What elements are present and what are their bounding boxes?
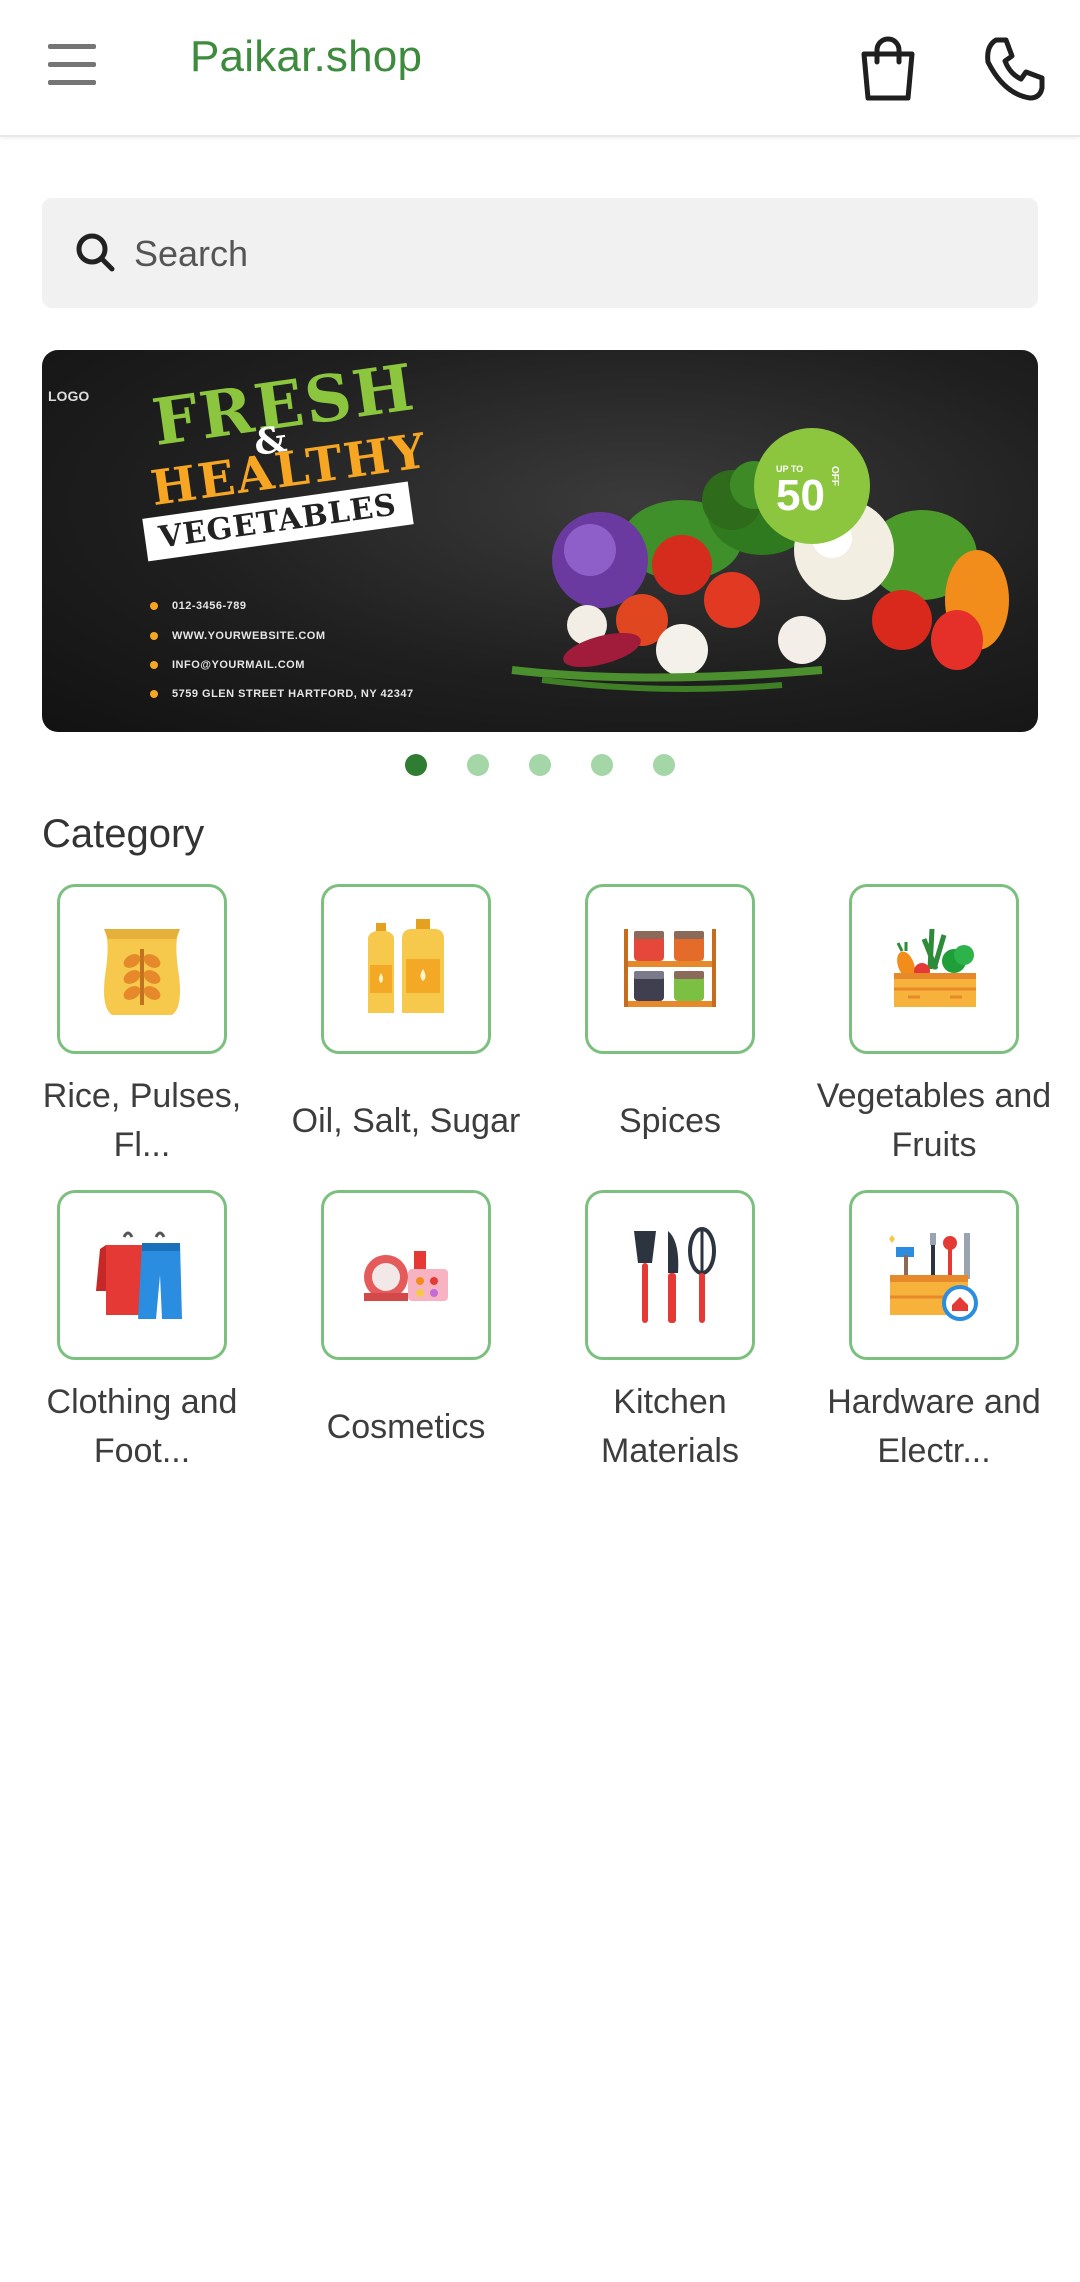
banner-logo: LOGO — [48, 388, 90, 404]
category-icon-box — [57, 884, 227, 1054]
cosmetics-icon — [364, 1251, 448, 1301]
carousel-dot-2[interactable] — [467, 754, 489, 776]
clothing-icon — [96, 1231, 182, 1319]
rice-sack-icon — [104, 929, 180, 1015]
search-icon — [76, 233, 115, 272]
banner-email: INFO@YOURMAIL.COM — [150, 659, 305, 671]
shopping-bag-icon[interactable] — [848, 28, 928, 108]
category-icon-box — [321, 884, 491, 1054]
carousel-dot-5[interactable] — [653, 754, 675, 776]
category-clothing-footwear[interactable]: Clothing and Foot... — [10, 1190, 274, 1476]
category-spices[interactable]: Spices — [538, 884, 802, 1170]
banner-website: WWW.YOURWEBSITE.COM — [150, 630, 326, 642]
carousel-indicator — [0, 754, 1080, 778]
category-label: Rice, Pulses, Fl... — [42, 1077, 242, 1164]
search-bar[interactable] — [42, 198, 1038, 310]
category-heading: Category — [42, 812, 205, 856]
app-bar: Paikar.shop — [0, 0, 1080, 137]
category-icon-box — [849, 1190, 1019, 1360]
category-label: Vegetables and Fruits — [816, 1077, 1052, 1164]
category-hardware-electronics[interactable]: Hardware and Electr... — [802, 1190, 1066, 1476]
category-vegetables-fruits[interactable]: Vegetables and Fruits — [802, 884, 1066, 1170]
carousel-dot-1[interactable] — [405, 754, 427, 776]
kitchen-utensils-icon — [634, 1227, 716, 1323]
phone-icon[interactable] — [974, 28, 1054, 108]
banner-address: 5759 GLEN STREET HARTFORD, NY 42347 — [150, 688, 414, 700]
promo-banner[interactable]: LOGO FRESH & HEALTHY VEGETABLES 012-3456… — [42, 350, 1038, 732]
category-label: Hardware and Electr... — [827, 1383, 1041, 1470]
category-kitchen-materials[interactable]: Kitchen Materials — [538, 1190, 802, 1476]
carousel-dot-4[interactable] — [591, 754, 613, 776]
category-icon-box — [57, 1190, 227, 1360]
brand-title[interactable]: Paikar.shop — [190, 32, 422, 82]
category-label: Cosmetics — [326, 1407, 486, 1446]
hamburger-menu-icon[interactable] — [36, 36, 108, 100]
vegetable-crate-icon — [894, 928, 976, 1007]
category-icon-box — [849, 884, 1019, 1054]
oil-bottles-icon — [368, 919, 444, 1013]
toolbox-icon — [889, 1233, 978, 1321]
category-icon-box — [585, 884, 755, 1054]
spice-jars-icon — [624, 929, 716, 1007]
category-label: Kitchen Materials — [601, 1383, 739, 1470]
category-label: Spices — [618, 1101, 722, 1140]
banner-phone: 012-3456-789 — [150, 600, 247, 612]
category-label: Clothing and Foot... — [46, 1383, 238, 1470]
carousel-dot-3[interactable] — [529, 754, 551, 776]
category-oil-salt-sugar[interactable]: Oil, Salt, Sugar — [274, 884, 538, 1170]
category-icon-box — [321, 1190, 491, 1360]
discount-badge: UP TO 50 OFF — [754, 428, 870, 544]
search-input[interactable] — [132, 198, 1016, 310]
category-icon-box — [585, 1190, 755, 1360]
category-cosmetics[interactable]: Cosmetics — [274, 1190, 538, 1476]
category-label: Oil, Salt, Sugar — [291, 1101, 521, 1140]
category-rice-pulses[interactable]: Rice, Pulses, Fl... — [10, 884, 274, 1170]
